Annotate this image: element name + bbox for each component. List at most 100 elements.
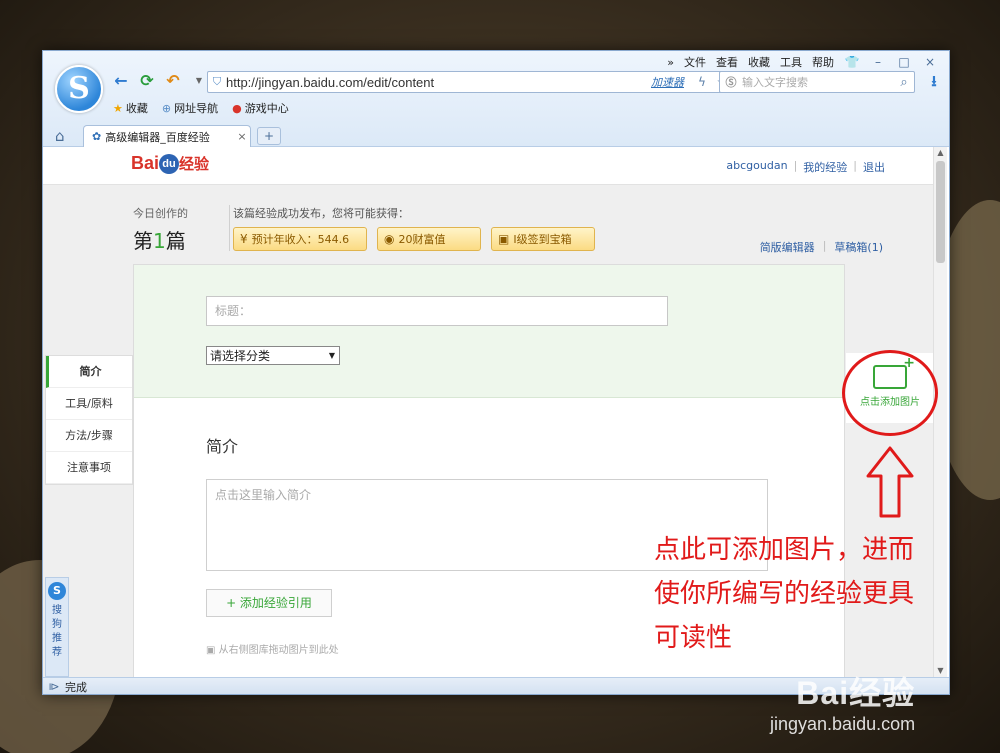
tab-active[interactable]: ✿ 高级编辑器_百度经验 × bbox=[83, 125, 251, 147]
highlight-circle bbox=[842, 350, 938, 436]
vertical-scrollbar[interactable]: ▲ ▼ bbox=[933, 147, 947, 677]
favorites-bar: ★ 收藏 ⊕ 网址导航 ● 游戏中心 bbox=[113, 100, 289, 116]
gain-label: 该篇经验成功发布，您将可能获得： bbox=[233, 207, 409, 220]
income-icon: ¥ bbox=[240, 232, 248, 246]
scroll-thumb[interactable] bbox=[936, 161, 945, 263]
wealth-badge: ◉ 20财富值 bbox=[377, 227, 481, 251]
today-count: 第1篇 bbox=[133, 225, 186, 254]
badge-text: I级签到宝箱 bbox=[513, 233, 572, 246]
home-icon[interactable]: ⌂ bbox=[55, 127, 65, 145]
menu-favorites[interactable]: 收藏 bbox=[743, 54, 775, 70]
new-tab-button[interactable]: + bbox=[257, 127, 281, 145]
drafts-link[interactable]: 草稿箱(1) bbox=[834, 239, 883, 255]
accelerator-link[interactable]: 加速器 bbox=[651, 74, 692, 90]
sidebar-toggle-icon[interactable]: ⧐ bbox=[43, 680, 65, 693]
fav-label: 网址导航 bbox=[174, 102, 219, 115]
image-icon: ▣ bbox=[206, 645, 219, 656]
browser-chrome: S » 文件 查看 收藏 工具 帮助 👕 – □ × ← ⟳ ↶ ▼ ⛉ htt… bbox=[43, 51, 949, 147]
sidenav-item-notes[interactable]: 注意事项 bbox=[46, 452, 132, 484]
shield-icon: ⛉ bbox=[212, 75, 222, 88]
section-title: 简介 bbox=[206, 437, 239, 456]
today-suffix: 篇 bbox=[165, 229, 186, 253]
separator: | bbox=[822, 239, 827, 252]
username-link[interactable]: abcgoudan bbox=[726, 159, 787, 175]
fav-item-navigation[interactable]: ⊕ 网址导航 bbox=[162, 100, 218, 116]
editor-header: 标题： 请选择分类 ▼ bbox=[134, 265, 844, 398]
badge-text: 20财富值 bbox=[398, 233, 446, 246]
close-icon[interactable]: × bbox=[234, 130, 250, 143]
maximize-button[interactable]: □ bbox=[891, 55, 917, 69]
sidenav-item-intro[interactable]: 简介 bbox=[46, 356, 132, 388]
watermark: Bai经验 jingyan.baidu.com bbox=[770, 668, 915, 735]
search-bar[interactable]: Ⓢ 输入文字搜索 ⌕ bbox=[719, 71, 915, 93]
menu-view[interactable]: 查看 bbox=[711, 54, 743, 70]
address-url[interactable]: http://jingyan.baidu.com/edit/content bbox=[226, 75, 651, 90]
menu-file[interactable]: 文件 bbox=[679, 54, 711, 70]
editor-links: 简版编辑器 | 草稿箱(1) bbox=[760, 239, 883, 255]
browser-logo-icon[interactable]: S bbox=[55, 65, 103, 113]
side-navigation: 简介 工具/原料 方法/步骤 注意事项 bbox=[45, 355, 133, 485]
search-icon[interactable]: ⌕ bbox=[894, 75, 914, 90]
menu-more[interactable]: » bbox=[662, 56, 679, 69]
fav-item-collect[interactable]: ★ 收藏 bbox=[113, 100, 148, 116]
scroll-up-icon[interactable]: ▲ bbox=[934, 147, 947, 159]
menu-help[interactable]: 帮助 bbox=[807, 54, 839, 70]
logo-paw: du bbox=[159, 154, 180, 175]
search-input[interactable]: 输入文字搜索 bbox=[742, 74, 894, 90]
chest-icon: ▣ bbox=[498, 232, 510, 246]
logo-text: Bai bbox=[131, 153, 160, 173]
close-button[interactable]: × bbox=[917, 55, 943, 69]
annotation-text: 点此可添加图片，进而 使你所编写的经验更具 可读性 bbox=[654, 528, 914, 660]
search-engine-icon[interactable]: Ⓢ bbox=[720, 74, 742, 90]
baidu-jingyan-logo[interactable]: Bai du 经验 bbox=[131, 153, 210, 175]
address-bar[interactable]: ⛉ http://jingyan.baidu.com/edit/content … bbox=[207, 71, 753, 93]
menu-bar: » 文件 查看 收藏 工具 帮助 👕 – □ × bbox=[662, 53, 943, 71]
chevron-down-icon[interactable]: ▼ bbox=[189, 71, 209, 91]
download-icon[interactable]: ⭳ bbox=[925, 71, 943, 96]
drag-hint: ▣ 从右侧图库拖动图片到此处 bbox=[206, 641, 339, 656]
separator: | bbox=[793, 159, 798, 172]
divider bbox=[229, 205, 230, 251]
coin-icon: ◉ bbox=[384, 232, 395, 246]
skin-icon[interactable]: 👕 bbox=[839, 55, 865, 69]
income-badge: ¥ 预计年收入：544.6 bbox=[233, 227, 367, 251]
category-select[interactable]: 请选择分类 ▼ bbox=[206, 346, 340, 365]
annotation-line: 点此可添加图片，进而 bbox=[654, 535, 915, 565]
sogou-icon: S bbox=[48, 582, 66, 600]
today-num: 1 bbox=[153, 229, 166, 253]
title-input[interactable]: 标题： bbox=[206, 296, 668, 326]
menu-tools[interactable]: 工具 bbox=[775, 54, 807, 70]
my-experience-link[interactable]: 我的经验 bbox=[803, 159, 847, 175]
tab-row: ⌂ ✿ 高级编辑器_百度经验 × + bbox=[43, 123, 949, 147]
back-arrow-icon[interactable]: ← bbox=[111, 71, 131, 91]
chevron-down-icon: ▼ bbox=[328, 351, 335, 360]
sidetool-char: 搜 bbox=[52, 605, 62, 616]
today-prefix: 第 bbox=[133, 229, 153, 253]
watermark-logo: Bai经验 bbox=[796, 675, 916, 711]
scroll-down-icon[interactable]: ▼ bbox=[934, 665, 947, 677]
logo-jingyan: 经验 bbox=[179, 156, 210, 173]
fav-item-games[interactable]: ● 游戏中心 bbox=[232, 100, 289, 116]
annotation-line: 使你所编写的经验更具 bbox=[654, 579, 915, 609]
globe-icon: ⊕ bbox=[161, 101, 172, 115]
paw-icon: ✿ bbox=[92, 130, 102, 143]
annotation-line: 可读性 bbox=[654, 623, 733, 653]
refresh-icon[interactable]: ⟳ bbox=[137, 71, 157, 91]
sidenav-item-tools[interactable]: 工具/原料 bbox=[46, 388, 132, 420]
separator: | bbox=[853, 159, 857, 172]
category-value: 请选择分类 bbox=[210, 349, 271, 363]
logout-link[interactable]: 退出 bbox=[863, 159, 885, 175]
simple-editor-link[interactable]: 简版编辑器 bbox=[760, 239, 815, 255]
minimize-button[interactable]: – bbox=[865, 55, 891, 69]
sogou-recommend-tool[interactable]: S 搜 狗 推 荐 bbox=[45, 577, 69, 677]
add-reference-button[interactable]: + 添加经验引用 bbox=[206, 589, 332, 617]
star-icon: ★ bbox=[113, 101, 123, 115]
today-label: 今日创作的 bbox=[133, 207, 188, 220]
lightning-icon[interactable]: ϟ bbox=[692, 75, 712, 89]
watermark-url: jingyan.baidu.com bbox=[770, 714, 916, 734]
game-icon: ● bbox=[232, 101, 242, 115]
nav-buttons: ← ⟳ ↶ ▼ bbox=[111, 71, 209, 91]
undo-icon[interactable]: ↶ bbox=[163, 71, 183, 91]
user-links: abcgoudan | 我的经验 | 退出 bbox=[726, 159, 885, 175]
sidenav-item-steps[interactable]: 方法/步骤 bbox=[46, 420, 132, 452]
